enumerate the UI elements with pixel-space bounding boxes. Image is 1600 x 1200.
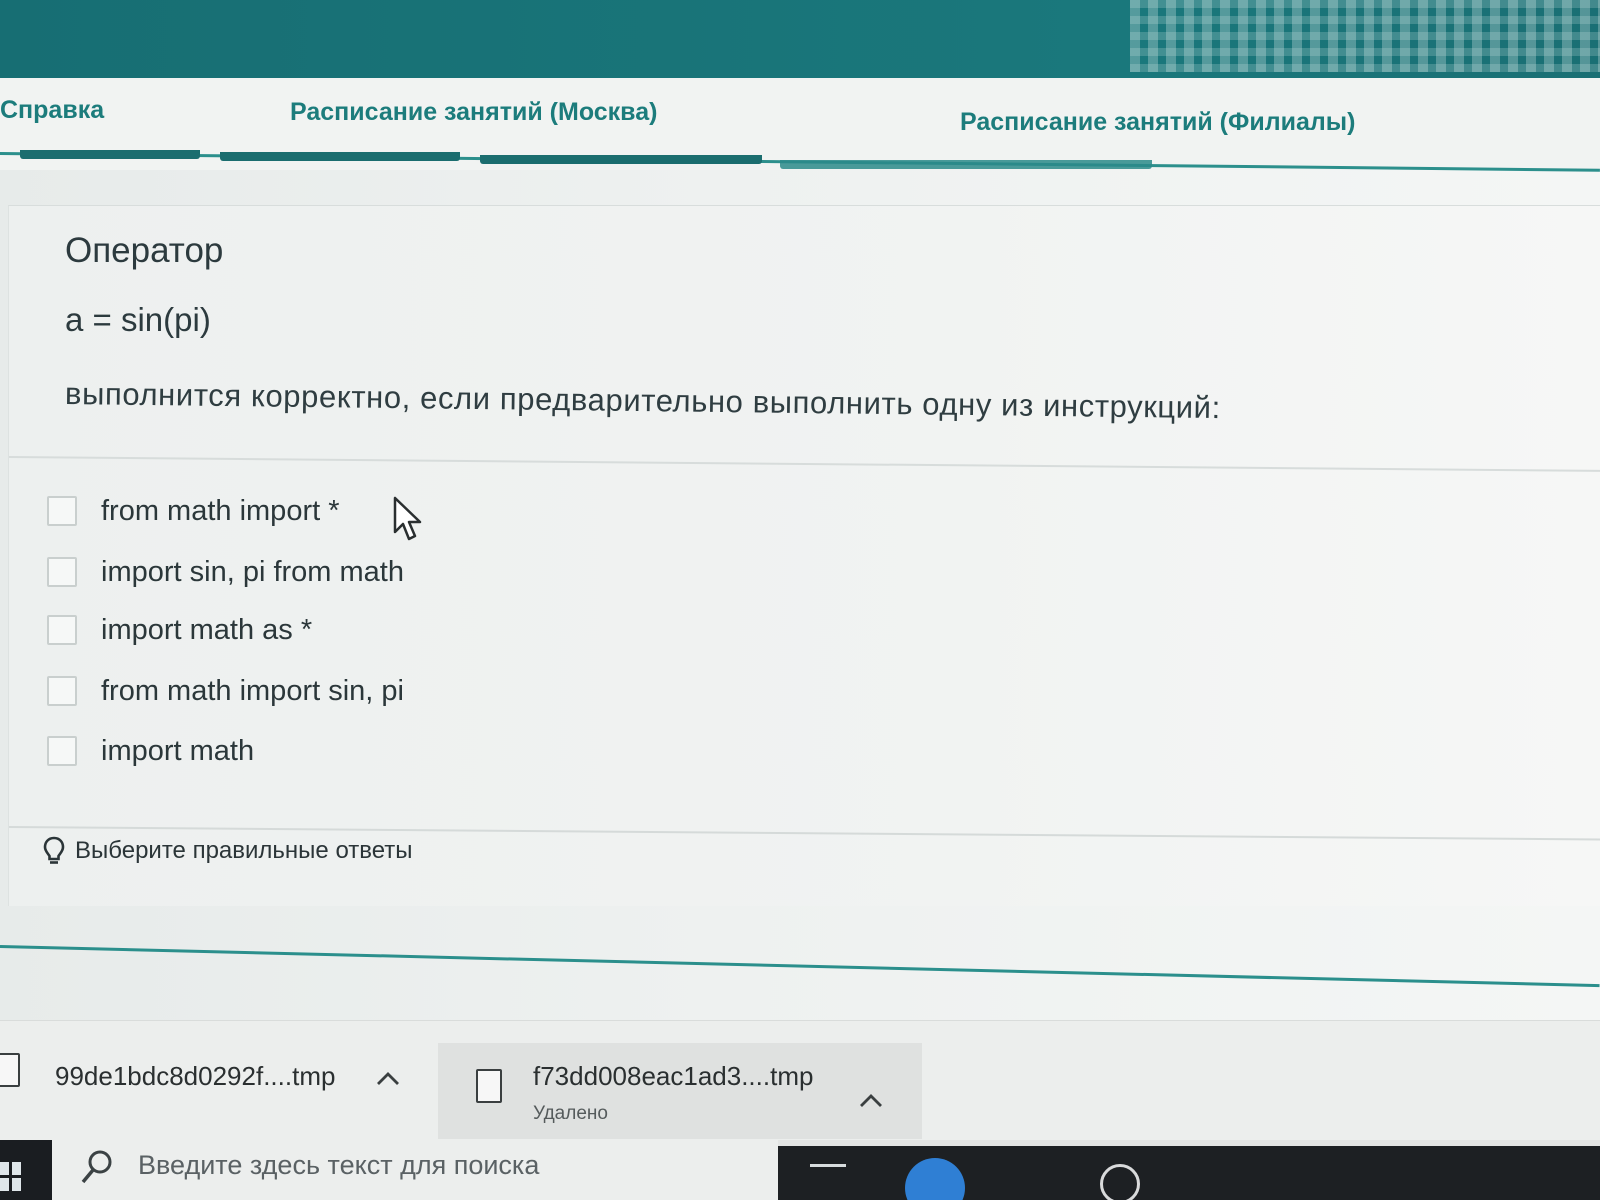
footer-line xyxy=(0,945,1600,988)
header-band xyxy=(0,0,1600,78)
nav-tab-indicator xyxy=(20,150,200,159)
screen: Справка Расписание занятий (Москва) Расп… xyxy=(0,0,1600,1200)
nav-tab-indicator xyxy=(480,155,762,164)
checkbox[interactable] xyxy=(47,736,77,766)
search-placeholder: Введите здесь текст для поиска xyxy=(138,1150,540,1180)
answer-option-label: import sin, pi from math xyxy=(101,555,404,588)
answer-option-label: import math as * xyxy=(101,613,313,646)
checkbox[interactable] xyxy=(47,496,77,526)
lightbulb-icon xyxy=(43,836,65,864)
answer-option[interactable]: import math xyxy=(47,731,254,771)
download-status: Удалено xyxy=(533,1103,608,1124)
search-icon xyxy=(81,1150,112,1184)
answer-option-label: import math xyxy=(101,734,255,767)
mouse-pointer-icon xyxy=(393,496,422,541)
file-icon xyxy=(476,1069,502,1103)
hint-text: Выберите правильные ответы xyxy=(75,837,413,864)
header-pattern xyxy=(1130,0,1600,72)
answer-option[interactable]: import sin, pi from math xyxy=(47,552,404,592)
chevron-up-icon[interactable] xyxy=(375,1069,401,1087)
question-text: выполнится корректно, если предварительн… xyxy=(64,376,1222,426)
start-button[interactable] xyxy=(0,1140,52,1200)
hint: Выберите правильные ответы xyxy=(43,836,413,866)
answer-option-label: from math import sin, pi xyxy=(101,674,404,707)
task-view-icon[interactable] xyxy=(810,1164,846,1197)
download-item[interactable]: f73dd008eac1ad3....tmp Удалено xyxy=(438,1043,922,1139)
answer-option[interactable]: from math import * xyxy=(47,491,340,531)
question-code: a = sin(pi) xyxy=(65,301,211,338)
downloads-bar: 99de1bdc8d0292f....tmp f73dd008eac1ad3..… xyxy=(0,1020,1600,1141)
answer-option-label: from math import * xyxy=(101,494,340,527)
checkbox[interactable] xyxy=(47,615,77,645)
file-icon xyxy=(0,1053,20,1087)
windows-logo-icon xyxy=(0,1162,22,1192)
divider xyxy=(8,456,1600,472)
checkbox[interactable] xyxy=(47,676,77,706)
answer-option[interactable]: from math import sin, pi xyxy=(47,671,404,711)
nav-link-schedule-branches[interactable]: Расписание занятий (Филиалы) xyxy=(960,108,1355,137)
app-icon[interactable] xyxy=(1100,1164,1140,1200)
taskbar: Введите здесь текст для поиска xyxy=(0,1140,1600,1200)
download-file-name: 99de1bdc8d0292f....tmp xyxy=(55,1061,336,1091)
taskbar-apps-area xyxy=(778,1146,1600,1200)
taskbar-search-input[interactable]: Введите здесь текст для поиска xyxy=(52,1140,778,1200)
question-card: Оператор a = sin(pi) выполнится корректн… xyxy=(8,205,1600,906)
nav-link-help[interactable]: Справка xyxy=(0,96,104,125)
download-item[interactable]: 99de1bdc8d0292f....tmp xyxy=(0,1039,430,1135)
question-title: Оператор xyxy=(65,231,224,270)
nav-link-schedule-moscow[interactable]: Расписание занятий (Москва) xyxy=(290,98,657,127)
nav-tab-indicator xyxy=(780,160,1152,169)
checkbox[interactable] xyxy=(47,557,77,587)
nav-tab-indicator xyxy=(220,152,460,161)
download-file-name: f73dd008eac1ad3....tmp xyxy=(533,1061,814,1091)
answer-option[interactable]: import math as * xyxy=(47,610,312,650)
chevron-up-icon[interactable] xyxy=(858,1091,884,1109)
